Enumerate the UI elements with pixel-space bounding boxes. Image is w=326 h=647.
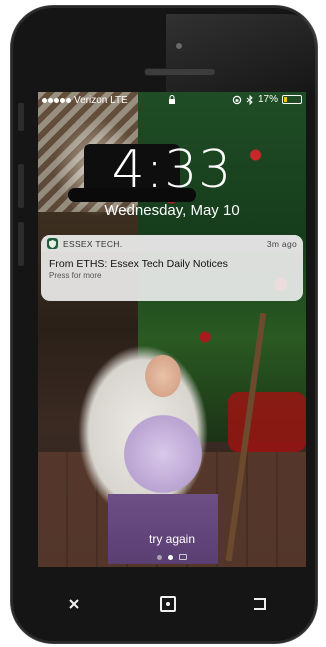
mute-switch	[18, 103, 24, 131]
lock-icon	[169, 95, 175, 104]
battery-fill	[284, 97, 287, 102]
back-icon	[254, 598, 266, 610]
notification-time: 3m ago	[266, 238, 297, 249]
earpiece-speaker	[144, 68, 216, 76]
page-dot-1[interactable]	[157, 554, 162, 560]
page-indicator[interactable]	[157, 554, 187, 560]
back-button[interactable]	[246, 590, 274, 618]
carrier-label: Verizon LTE	[74, 94, 128, 106]
navigation-bar	[38, 580, 306, 630]
notification-title: From ETHS: Essex Tech Daily Notices	[49, 258, 228, 270]
status-bar: Verizon LTE 17%	[38, 92, 306, 108]
battery-icon	[282, 95, 302, 104]
battery-percent: 17%	[257, 94, 278, 105]
status-right: 17%	[232, 94, 302, 105]
lock-screen: Verizon LTE 17% 4:33 Wednesday, May 10 E…	[38, 92, 306, 567]
glass-glare	[166, 14, 326, 96]
page-dot-2[interactable]	[168, 554, 173, 560]
volume-down-button	[18, 222, 24, 266]
lock-date: Wednesday, May 10	[104, 202, 240, 219]
notification-card[interactable]: ESSEX TECH. 3m ago From ETHS: Essex Tech…	[41, 235, 303, 301]
signal-icon	[42, 97, 71, 103]
volume-up-button	[18, 164, 24, 208]
home-button[interactable]	[154, 590, 182, 618]
close-button[interactable]	[60, 590, 88, 618]
front-camera	[174, 41, 184, 51]
rotation-lock-icon	[232, 95, 242, 104]
unlock-hint: try again	[148, 532, 196, 546]
lock-time: 4:33	[111, 140, 233, 200]
notification-header: ESSEX TECH. 3m ago	[41, 235, 303, 252]
wallpaper-red-ornaments	[228, 392, 306, 452]
bluetooth-icon	[246, 94, 253, 105]
camera-shortcut-icon[interactable]	[179, 554, 187, 560]
home-square-icon	[160, 596, 176, 612]
close-icon	[69, 599, 79, 609]
notification-app-name: ESSEX TECH.	[63, 238, 123, 249]
shield-app-icon	[47, 238, 58, 249]
notification-subtitle: Press for more	[49, 271, 102, 280]
